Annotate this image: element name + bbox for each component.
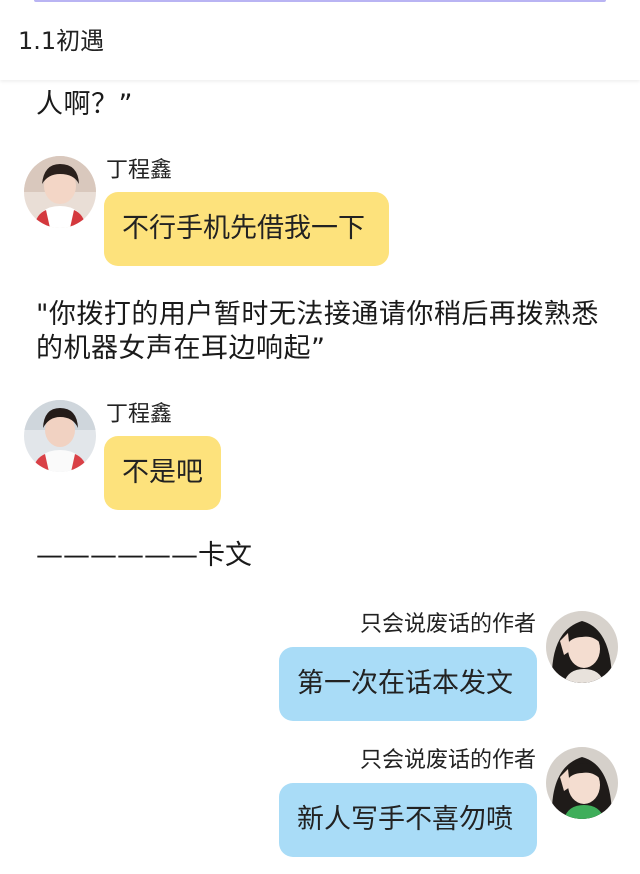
message-bubble[interactable]: 新人写手不喜勿喷	[279, 783, 537, 857]
avatar-author[interactable]	[546, 611, 618, 683]
avatar-author[interactable]	[546, 747, 618, 819]
sender-name: 只会说废话的作者	[359, 612, 536, 637]
sender-name: 丁程鑫	[106, 158, 173, 183]
section-separator: ——————卡文	[36, 540, 252, 571]
chat-content: 人啊？” 丁程鑫 不行手机先借我一下 "你拨打的用户暂时无法接通请你稍后再拨熟悉…	[0, 0, 640, 874]
avatar-photo-icon	[24, 156, 96, 228]
chapter-header: 1.1初遇	[0, 0, 640, 80]
sender-name: 丁程鑫	[106, 402, 173, 427]
message-bubble[interactable]: 不是吧	[104, 436, 221, 510]
narration-partial-text: 人啊？”	[36, 89, 133, 120]
avatar-ding-chengxin[interactable]	[24, 156, 96, 228]
chapter-title: 1.1初遇	[18, 27, 105, 55]
avatar-photo-icon	[546, 611, 618, 683]
message-bubble[interactable]: 第一次在话本发文	[279, 647, 537, 721]
avatar-photo-icon	[546, 747, 618, 819]
header-accent-bar	[34, 0, 606, 2]
avatar-ding-chengxin[interactable]	[24, 400, 96, 472]
message-bubble[interactable]: 不行手机先借我一下	[104, 192, 389, 266]
sender-name: 只会说废话的作者	[359, 748, 536, 773]
narration-partial: 人啊？”	[36, 88, 616, 122]
narration-text: "你拨打的用户暂时无法接通请你稍后再拨熟悉的机器女声在耳边响起”	[36, 299, 599, 364]
avatar-photo-icon	[24, 400, 96, 472]
